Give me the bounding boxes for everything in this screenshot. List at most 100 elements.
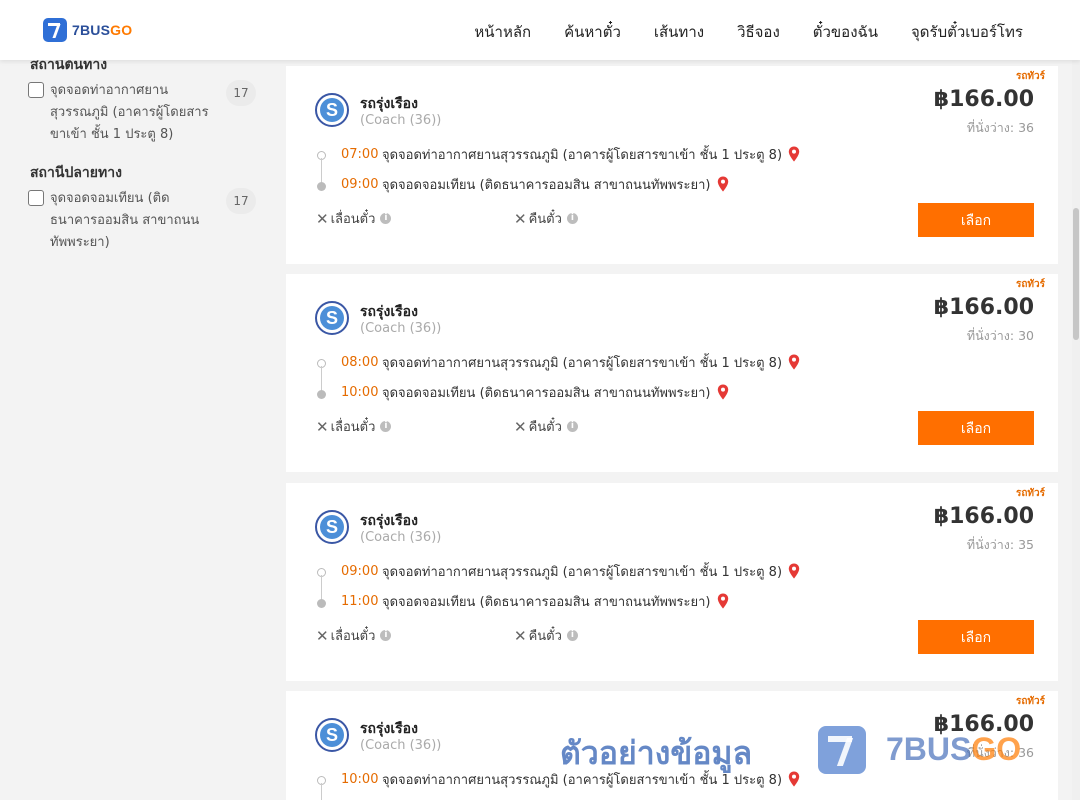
arrival-time: 11:00 [341, 594, 379, 609]
origin-option-count: 17 [226, 80, 256, 106]
map-pin-icon[interactable] [717, 384, 729, 400]
arrival-row: 11:00 จุดจอดจอมเทียน (ติดธนาคารออมสิน สา… [341, 591, 729, 612]
bus-category-tag: รถทัวร์ [1015, 488, 1045, 499]
bus-type: (Coach (36)) [360, 530, 442, 545]
info-icon[interactable]: i [566, 630, 578, 641]
logo-text: 7BUSGO [72, 22, 133, 38]
origin-filter-option[interactable]: จุดจอดท่าอากาศยาน สุวรรณภูมิ (อาคารผู้โด… [28, 80, 256, 150]
main-nav: หน้าหลัก ค้นหาตั๋ว เส้นทาง วิธีจอง ตั๋วข… [441, 20, 1023, 44]
departure-time: 08:00 [341, 355, 379, 370]
x-icon: ✕ [316, 417, 329, 436]
brand-logo[interactable]: 7BUSGO [43, 18, 132, 42]
checkbox-icon[interactable] [28, 82, 44, 98]
info-icon[interactable]: i [566, 213, 578, 224]
refund-policy[interactable]: ✕ คืนตั๋ว i [514, 208, 578, 229]
departure-row: 08:00 จุดจอดท่าอากาศยานสุวรรณภูมิ (อาคาร… [341, 352, 800, 373]
operator-logo-icon: S [315, 93, 349, 127]
map-pin-icon[interactable] [788, 563, 800, 579]
filter-sidebar: สถานีต้นทาง จุดจอดท่าอากาศยาน สุวรรณภูมิ… [0, 57, 270, 800]
departure-row: 07:00 จุดจอดท่าอากาศยานสุวรรณภูมิ (อาคาร… [341, 144, 800, 165]
operator-name: รถรุ่งเรือง [360, 721, 418, 737]
nav-search-ticket[interactable]: ค้นหาตั๋ว [564, 20, 621, 44]
trip-card: รถทัวร์ S รถรุ่งเรือง (Coach (36)) ฿166.… [286, 483, 1058, 681]
select-trip-button[interactable]: เลือก [918, 411, 1034, 445]
destination-filter-option[interactable]: จุดจอดจอมเทียน (ติด ธนาคารออมสิน สาขาถนน… [28, 188, 256, 258]
arrival-row: 09:00 จุดจอดจอมเทียน (ติดธนาคารออมสิน สา… [341, 174, 729, 195]
reschedule-label: เลื่อนตั๋ว [330, 212, 376, 227]
departure-row: 10:00 จุดจอดท่าอากาศยานสุวรรณภูมิ (อาคาร… [341, 769, 800, 790]
operator-name: รถรุ่งเรือง [360, 513, 418, 529]
info-icon[interactable]: i [380, 213, 392, 224]
ticket-price: ฿166.00 [933, 295, 1034, 320]
map-pin-icon[interactable] [717, 593, 729, 609]
ticket-price: ฿166.00 [933, 87, 1034, 112]
map-pin-icon[interactable] [788, 771, 800, 787]
destination-filter-title: สถานีปลายทาง [30, 165, 122, 181]
refund-policy[interactable]: ✕ คืนตั๋ว i [514, 416, 578, 437]
nav-my-tickets[interactable]: ตั๋วของฉัน [813, 20, 878, 44]
operator-logo-icon: S [315, 718, 349, 752]
x-icon: ✕ [514, 417, 527, 436]
reschedule-policy[interactable]: ✕ เลื่อนตั๋ว i [316, 625, 392, 646]
timeline-end-dot [317, 599, 326, 608]
map-pin-icon[interactable] [788, 146, 800, 162]
ticket-price: ฿166.00 [933, 712, 1034, 737]
info-icon[interactable]: i [380, 630, 392, 641]
select-trip-button[interactable]: เลือก [918, 620, 1034, 654]
top-header: 7BUSGO หน้าหลัก ค้นหาตั๋ว เส้นทาง วิธีจอ… [0, 0, 1080, 60]
trip-card: รถทัวร์ S รถรุ่งเรือง (Coach (36)) ฿166.… [286, 691, 1058, 800]
refund-policy[interactable]: ✕ คืนตั๋ว i [514, 625, 578, 646]
x-icon: ✕ [316, 626, 329, 645]
departure-stop: จุดจอดท่าอากาศยานสุวรรณภูมิ (อาคารผู้โดย… [382, 148, 783, 163]
bus-type: (Coach (36)) [360, 113, 442, 128]
arrival-stop: จุดจอดจอมเทียน (ติดธนาคารออมสิน สาขาถนนท… [382, 178, 711, 193]
arrival-stop: จุดจอดจอมเทียน (ติดธนาคารออมสิน สาขาถนนท… [382, 386, 711, 401]
map-pin-icon[interactable] [788, 354, 800, 370]
origin-option-label: จุดจอดท่าอากาศยาน สุวรรณภูมิ (อาคารผู้โด… [50, 83, 209, 142]
page-scrollbar[interactable] [1072, 60, 1080, 800]
reschedule-label: เลื่อนตั๋ว [330, 629, 376, 644]
departure-stop: จุดจอดท่าอากาศยานสุวรรณภูมิ (อาคารผู้โดย… [382, 773, 783, 788]
operator-name: รถรุ่งเรือง [360, 304, 418, 320]
timeline-line [321, 783, 322, 800]
timeline-end-dot [317, 390, 326, 399]
arrival-row: 10:00 จุดจอดจอมเทียน (ติดธนาคารออมสิน สา… [341, 382, 729, 403]
map-pin-icon[interactable] [717, 176, 729, 192]
reschedule-label: เลื่อนตั๋ว [330, 420, 376, 435]
departure-time: 10:00 [341, 772, 379, 787]
ticket-price: ฿166.00 [933, 504, 1034, 529]
destination-option-label: จุดจอดจอมเทียน (ติด ธนาคารออมสิน สาขาถนน… [50, 191, 200, 250]
seats-available: ที่นั่งว่าง: 36 [966, 745, 1034, 760]
seats-available: ที่นั่งว่าง: 36 [966, 120, 1034, 135]
timeline-end-dot [317, 182, 326, 191]
x-icon: ✕ [514, 209, 527, 228]
reschedule-policy[interactable]: ✕ เลื่อนตั๋ว i [316, 416, 392, 437]
seats-available: ที่นั่งว่าง: 35 [966, 537, 1034, 552]
nav-ticket-pickup[interactable]: จุดรับตั๋วเบอร์โทร [911, 20, 1023, 44]
operator-name: รถรุ่งเรือง [360, 96, 418, 112]
checkbox-icon[interactable] [28, 190, 44, 206]
select-trip-button[interactable]: เลือก [918, 203, 1034, 237]
reschedule-policy[interactable]: ✕ เลื่อนตั๋ว i [316, 208, 392, 229]
info-icon[interactable]: i [566, 421, 578, 432]
refund-label: คืนตั๋ว [528, 629, 562, 644]
nav-routes[interactable]: เส้นทาง [654, 20, 704, 44]
destination-option-count: 17 [226, 188, 256, 214]
bus-type: (Coach (36)) [360, 321, 442, 336]
refund-label: คืนตั๋ว [528, 212, 562, 227]
arrival-time: 10:00 [341, 385, 379, 400]
operator-logo-icon: S [315, 301, 349, 335]
scrollbar-thumb[interactable] [1073, 208, 1079, 340]
bus-category-tag: รถทัวร์ [1015, 279, 1045, 290]
bus-category-tag: รถทัวร์ [1015, 71, 1045, 82]
seats-available: ที่นั่งว่าง: 30 [966, 328, 1034, 343]
x-icon: ✕ [316, 209, 329, 228]
x-icon: ✕ [514, 626, 527, 645]
nav-home[interactable]: หน้าหลัก [474, 20, 531, 44]
departure-stop: จุดจอดท่าอากาศยานสุวรรณภูมิ (อาคารผู้โดย… [382, 565, 783, 580]
departure-time: 07:00 [341, 147, 379, 162]
operator-logo-icon: S [315, 510, 349, 544]
info-icon[interactable]: i [380, 421, 392, 432]
nav-how-to-book[interactable]: วิธีจอง [737, 20, 780, 44]
arrival-time: 09:00 [341, 177, 379, 192]
